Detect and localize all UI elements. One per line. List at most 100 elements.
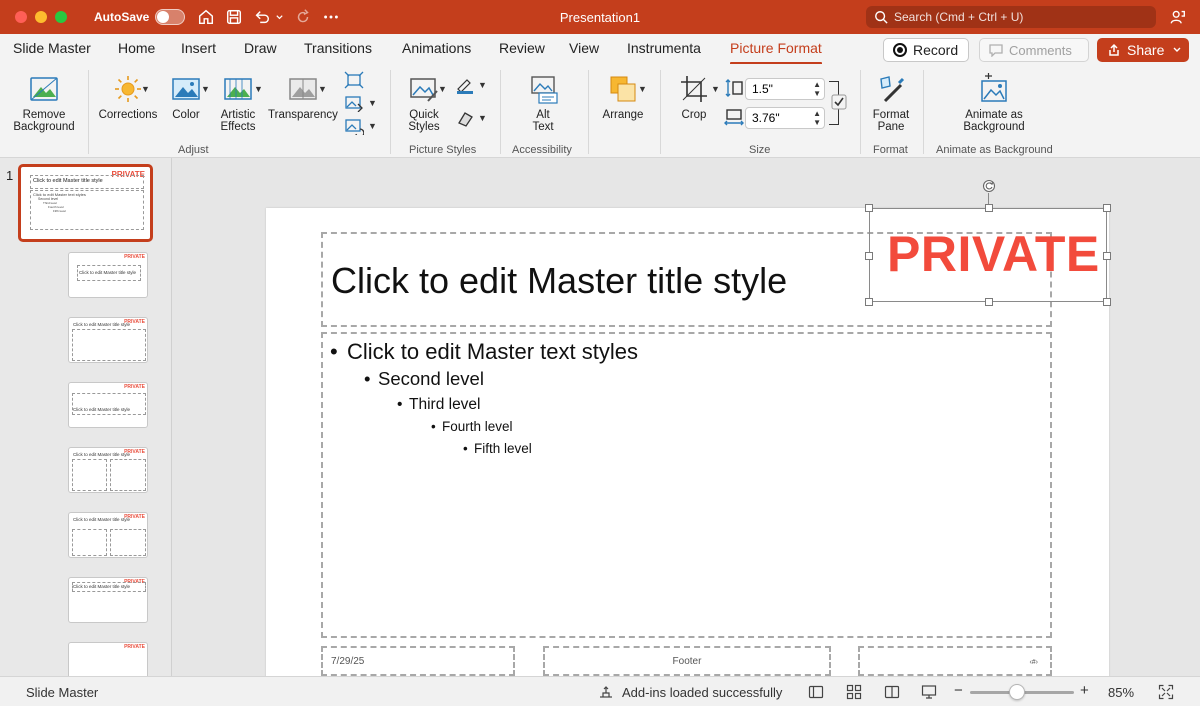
layout-thumbnail[interactable]: PRIVATE Click to edit Master title style bbox=[68, 252, 148, 298]
layout-thumbnail[interactable]: PRIVATE Click to edit Master title style bbox=[68, 577, 148, 623]
artistic-effects-dropdown-icon[interactable]: ▼ bbox=[254, 84, 263, 94]
text-level-5[interactable]: Fifth level bbox=[463, 441, 532, 456]
arrange-dropdown-icon[interactable]: ▼ bbox=[638, 84, 647, 94]
undo-dropdown-icon[interactable] bbox=[272, 7, 286, 27]
remove-background-button[interactable]: Remove Background bbox=[10, 72, 78, 133]
normal-view-icon[interactable] bbox=[808, 684, 824, 700]
body-placeholder[interactable]: Click to edit Master text styles Second … bbox=[321, 332, 1052, 638]
date-placeholder[interactable]: 7/29/25 bbox=[321, 646, 515, 676]
picture-border-dropdown-icon[interactable]: ▼ bbox=[478, 80, 487, 90]
width-input[interactable] bbox=[752, 111, 802, 125]
format-pane-button[interactable]: Format Pane bbox=[868, 72, 914, 133]
resize-handle[interactable] bbox=[1103, 204, 1111, 212]
text-level-1[interactable]: Click to edit Master text styles bbox=[330, 339, 638, 365]
zoom-slider-knob[interactable] bbox=[1008, 684, 1025, 700]
tab-home[interactable]: Home bbox=[118, 40, 155, 56]
resize-handle[interactable] bbox=[1103, 298, 1111, 306]
fit-to-window-icon[interactable] bbox=[1158, 684, 1174, 700]
change-picture-icon[interactable] bbox=[344, 94, 364, 113]
transparency-dropdown-icon[interactable]: ▼ bbox=[318, 84, 327, 94]
collaborate-icon[interactable] bbox=[1168, 7, 1188, 27]
width-field[interactable]: ▲▼ bbox=[745, 107, 825, 129]
height-input[interactable] bbox=[752, 82, 802, 96]
tab-slide-master[interactable]: Slide Master bbox=[13, 40, 91, 56]
slide-master[interactable]: Click to edit Master title style Click t… bbox=[266, 179, 1111, 676]
text-level-4[interactable]: Fourth level bbox=[431, 419, 512, 434]
artistic-effects-button[interactable]: Artistic Effects bbox=[212, 72, 264, 133]
change-picture-dropdown-icon[interactable]: ▼ bbox=[368, 98, 377, 108]
tab-picture-format[interactable]: Picture Format bbox=[730, 40, 822, 65]
zoom-out-button[interactable]: − bbox=[954, 682, 963, 699]
zoom-in-button[interactable]: + bbox=[1080, 682, 1089, 699]
width-stepper[interactable]: ▲ ▼ bbox=[813, 109, 821, 127]
layout-thumbnail[interactable]: PRIVATE Click to edit Master title style bbox=[68, 382, 148, 428]
resize-handle[interactable] bbox=[865, 252, 873, 260]
rotate-handle-icon[interactable] bbox=[982, 179, 996, 193]
arrange-button[interactable]: Arrange bbox=[598, 72, 648, 121]
master-thumbnail[interactable]: PRIVATE Click to edit Master title style… bbox=[18, 164, 153, 242]
picture-border-icon[interactable] bbox=[455, 76, 475, 94]
save-icon[interactable] bbox=[224, 7, 244, 27]
zoom-window-button[interactable] bbox=[55, 11, 67, 23]
search-input[interactable] bbox=[894, 10, 1144, 24]
comments-button[interactable]: Comments bbox=[979, 38, 1089, 62]
animate-as-background-button[interactable]: Animate as Background bbox=[955, 72, 1033, 133]
slide-sorter-icon[interactable] bbox=[846, 684, 862, 700]
tab-insert[interactable]: Insert bbox=[181, 40, 216, 56]
close-window-button[interactable] bbox=[15, 11, 27, 23]
color-button[interactable]: Color bbox=[160, 72, 212, 121]
resize-handle[interactable] bbox=[865, 204, 873, 212]
zoom-level[interactable]: 85% bbox=[1108, 685, 1134, 700]
picture-effects-dropdown-icon[interactable]: ▼ bbox=[478, 113, 487, 123]
corrections-dropdown-icon[interactable]: ▼ bbox=[141, 84, 150, 94]
reset-picture-icon[interactable] bbox=[344, 117, 365, 138]
corrections-button[interactable]: Corrections bbox=[96, 72, 160, 121]
autosave-toggle[interactable] bbox=[155, 9, 185, 25]
redo-icon[interactable] bbox=[293, 7, 313, 27]
slide-show-icon[interactable] bbox=[921, 684, 937, 700]
search-box[interactable] bbox=[866, 6, 1156, 28]
picture-effects-icon[interactable] bbox=[455, 109, 475, 127]
layout-thumbnail[interactable]: PRIVATE Click to edit Master title style bbox=[68, 317, 148, 363]
layout-thumbnail[interactable]: PRIVATE Click to edit Master title style bbox=[68, 512, 148, 558]
record-button[interactable]: Record bbox=[883, 38, 969, 62]
reading-view-icon[interactable] bbox=[884, 684, 900, 700]
slide-thumbnail-pane[interactable]: 1 PRIVATE Click to edit Master title sty… bbox=[0, 158, 172, 676]
share-button[interactable]: Share bbox=[1097, 38, 1189, 62]
resize-handle[interactable] bbox=[985, 204, 993, 212]
reset-picture-dropdown-icon[interactable]: ▼ bbox=[368, 121, 377, 131]
quick-styles-dropdown-icon[interactable]: ▼ bbox=[438, 84, 447, 94]
tab-animations[interactable]: Animations bbox=[402, 40, 471, 56]
minimize-window-button[interactable] bbox=[35, 11, 47, 23]
undo-icon[interactable] bbox=[252, 7, 272, 27]
compress-pictures-icon[interactable] bbox=[344, 71, 364, 89]
crop-button[interactable]: Crop bbox=[670, 72, 718, 121]
text-level-3[interactable]: Third level bbox=[397, 396, 480, 414]
text-level-2[interactable]: Second level bbox=[364, 368, 484, 390]
private-picture[interactable]: PRIVATE bbox=[865, 204, 1111, 306]
tab-review[interactable]: Review bbox=[499, 40, 545, 56]
height-stepper[interactable]: ▲ ▼ bbox=[813, 80, 821, 98]
quick-styles-button[interactable]: Quick Styles bbox=[398, 72, 450, 133]
home-icon[interactable] bbox=[196, 7, 216, 27]
tab-draw[interactable]: Draw bbox=[244, 40, 277, 56]
tab-instrumenta[interactable]: Instrumenta bbox=[627, 40, 701, 56]
layout-thumbnail[interactable]: PRIVATE bbox=[68, 642, 148, 676]
resize-handle[interactable] bbox=[1103, 252, 1111, 260]
resize-handle[interactable] bbox=[985, 298, 993, 306]
more-options-icon[interactable] bbox=[321, 7, 341, 27]
slide-editing-canvas[interactable]: Click to edit Master title style Click t… bbox=[173, 158, 1200, 676]
layout-thumbnail[interactable]: PRIVATE Click to edit Master title style bbox=[68, 447, 148, 493]
crop-dropdown-icon[interactable]: ▼ bbox=[711, 84, 720, 94]
resize-handle[interactable] bbox=[865, 298, 873, 306]
slide-number-placeholder[interactable]: ‹#› bbox=[858, 646, 1052, 676]
title-placeholder-text[interactable]: Click to edit Master title style bbox=[331, 260, 787, 302]
transparency-button[interactable]: Transparency bbox=[265, 72, 341, 121]
alt-text-button[interactable]: Alt Text bbox=[520, 72, 566, 133]
tab-transitions[interactable]: Transitions bbox=[304, 40, 372, 56]
tab-view[interactable]: View bbox=[569, 40, 599, 56]
color-dropdown-icon[interactable]: ▼ bbox=[201, 84, 210, 94]
height-field[interactable]: ▲▼ bbox=[745, 78, 825, 100]
footer-placeholder[interactable]: Footer bbox=[543, 646, 831, 676]
lock-aspect-checkbox[interactable] bbox=[831, 94, 847, 110]
